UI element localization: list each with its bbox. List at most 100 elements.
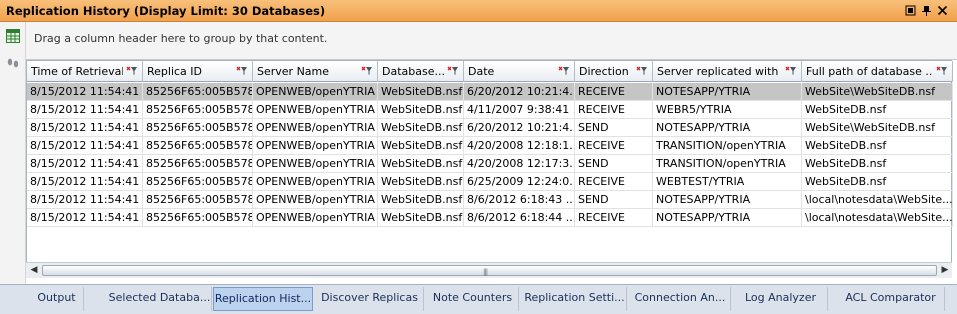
cell-database[interactable]: WebSiteDB.nsf [378, 155, 464, 173]
cell-replica-id[interactable]: 85256F65:005B578F [143, 137, 253, 155]
footprints-icon[interactable] [6, 56, 20, 70]
cell-date[interactable]: 4/11/2007 9:38:41 ... [464, 101, 575, 119]
table-row[interactable]: 8/15/2012 11:54:41 ... 85256F65:005B578F O… [27, 137, 953, 155]
cell-server-name[interactable]: OPENWEB/openYTRIA [253, 155, 378, 173]
table-row[interactable]: 8/15/2012 11:54:41 ... 85256F65:005B578F O… [27, 155, 953, 173]
cell-time-of-retrieval[interactable]: 8/15/2012 11:54:41 ... [27, 173, 143, 191]
cell-date[interactable]: 6/20/2012 10:21:4... [464, 83, 575, 101]
cell-server-name[interactable]: OPENWEB/openYTRIA [253, 119, 378, 137]
cell-time-of-retrieval[interactable]: 8/15/2012 11:54:41 ... [27, 119, 143, 137]
cell-server-replicated-with[interactable]: TRANSITION/openYTRIA [653, 137, 802, 155]
cell-direction[interactable]: RECEIVE [575, 101, 653, 119]
column-filter-icon[interactable] [785, 66, 797, 76]
column-filter-icon[interactable] [936, 66, 948, 76]
group-by-bar[interactable]: Drag a column header here to group by th… [26, 22, 957, 60]
column-header-database[interactable]: Database... [378, 61, 464, 82]
cell-server-name[interactable]: OPENWEB/openYTRIA [253, 137, 378, 155]
cell-database[interactable]: WebSiteDB.nsf [378, 83, 464, 101]
column-filter-icon[interactable] [361, 66, 373, 76]
tab-acl-comparator[interactable]: ACL Comparator [837, 287, 945, 311]
cell-date[interactable]: 6/25/2009 12:24:0... [464, 173, 575, 191]
table-row[interactable]: 8/15/2012 11:54:41 ... 85256F65:005B578F O… [27, 119, 953, 137]
cell-direction[interactable]: SEND [575, 155, 653, 173]
cell-time-of-retrieval[interactable]: 8/15/2012 11:54:41 ... [27, 137, 143, 155]
cell-replica-id[interactable]: 85256F65:005B578F [143, 101, 253, 119]
cell-database[interactable]: WebSiteDB.nsf [378, 101, 464, 119]
tab-output[interactable]: Output [30, 287, 84, 311]
cell-full-path-of-database[interactable]: WebSite\WebSiteDB.nsf [802, 119, 953, 137]
tab-connection-an[interactable]: Connection An... [630, 287, 731, 311]
cell-server-replicated-with[interactable]: WEBR5/YTRIA [653, 101, 802, 119]
tab-note-counters[interactable]: Note Counters [427, 287, 519, 311]
cell-full-path-of-database[interactable]: WebSiteDB.nsf [802, 137, 953, 155]
tab-replication-setti[interactable]: Replication Setti... [523, 287, 627, 311]
table-row[interactable]: 8/15/2012 11:54:41 ... 85256F65:005B578F O… [27, 101, 953, 119]
cell-server-name[interactable]: OPENWEB/openYTRIA [253, 209, 378, 227]
close-icon[interactable] [937, 5, 948, 16]
cell-full-path-of-database[interactable]: \local\notesdata\WebSite... [802, 191, 953, 209]
cell-date[interactable]: 6/20/2012 10:21:4... [464, 119, 575, 137]
cell-direction[interactable]: RECEIVE [575, 83, 653, 101]
scroll-right-icon[interactable]: ▶ [938, 263, 952, 278]
cell-time-of-retrieval[interactable]: 8/15/2012 11:54:41 ... [27, 83, 143, 101]
cell-time-of-retrieval[interactable]: 8/15/2012 11:54:41 ... [27, 101, 143, 119]
cell-server-replicated-with[interactable]: NOTESAPP/YTRIA [653, 83, 802, 101]
cell-replica-id[interactable]: 85256F65:005B578F [143, 191, 253, 209]
column-header-time-of-retrieval[interactable]: Time of Retrieval [27, 61, 143, 82]
cell-server-name[interactable]: OPENWEB/openYTRIA [253, 191, 378, 209]
cell-server-name[interactable]: OPENWEB/openYTRIA [253, 83, 378, 101]
tab-replication-hist[interactable]: Replication Hist... [213, 287, 313, 311]
cell-server-replicated-with[interactable]: NOTESAPP/YTRIA [653, 191, 802, 209]
scrollbar-thumb[interactable]: ||| [42, 265, 937, 276]
cell-replica-id[interactable]: 85256F65:005B578F [143, 209, 253, 227]
cell-replica-id[interactable]: 85256F65:005B578F [143, 83, 253, 101]
cell-date[interactable]: 8/6/2012 6:18:44 ... [464, 209, 575, 227]
cell-date[interactable]: 4/20/2008 12:18:1... [464, 137, 575, 155]
cell-replica-id[interactable]: 85256F65:005B578F [143, 119, 253, 137]
cell-replica-id[interactable]: 85256F65:005B578F [143, 155, 253, 173]
cell-full-path-of-database[interactable]: WebSiteDB.nsf [802, 101, 953, 119]
cell-time-of-retrieval[interactable]: 8/15/2012 11:54:41 ... [27, 209, 143, 227]
cell-database[interactable]: WebSiteDB.nsf [378, 191, 464, 209]
column-header-server-name[interactable]: Server Name [253, 61, 378, 82]
table-row[interactable]: 8/15/2012 11:54:41 ... 85256F65:005B578F O… [27, 173, 953, 191]
column-header-replica-id[interactable]: Replica ID [143, 61, 253, 82]
cell-full-path-of-database[interactable]: WebSiteDB.nsf [802, 173, 953, 191]
pin-icon[interactable] [921, 5, 932, 16]
cell-direction[interactable]: SEND [575, 119, 653, 137]
column-header-date[interactable]: Date [464, 61, 575, 82]
cell-server-replicated-with[interactable]: TRANSITION/openYTRIA [653, 155, 802, 173]
table-row[interactable]: 8/15/2012 11:54:41 ... 85256F65:005B578F O… [27, 209, 953, 227]
cell-replica-id[interactable]: 85256F65:005B578F [143, 173, 253, 191]
column-header-full-path-of-database[interactable]: Full path of database ... [802, 61, 953, 82]
spreadsheet-icon[interactable] [6, 29, 20, 43]
cell-database[interactable]: WebSiteDB.nsf [378, 119, 464, 137]
cell-database[interactable]: WebSiteDB.nsf [378, 209, 464, 227]
cell-full-path-of-database[interactable]: WebSiteDB.nsf [802, 155, 953, 173]
cell-direction[interactable]: RECEIVE [575, 137, 653, 155]
cell-server-replicated-with[interactable]: NOTESAPP/YTRIA [653, 119, 802, 137]
cell-database[interactable]: WebSiteDB.nsf [378, 137, 464, 155]
scroll-left-icon[interactable]: ◀ [27, 263, 41, 278]
column-filter-icon[interactable] [558, 66, 570, 76]
cell-server-replicated-with[interactable]: NOTESAPP/YTRIA [653, 209, 802, 227]
column-header-direction[interactable]: Direction [575, 61, 653, 82]
cell-time-of-retrieval[interactable]: 8/15/2012 11:54:41 ... [27, 191, 143, 209]
column-filter-icon[interactable] [447, 66, 459, 76]
cell-date[interactable]: 8/6/2012 6:18:43 ... [464, 191, 575, 209]
cell-direction[interactable]: RECEIVE [575, 209, 653, 227]
table-row[interactable]: 8/15/2012 11:54:41 ... 85256F65:005B578F O… [27, 191, 953, 209]
cell-direction[interactable]: SEND [575, 191, 653, 209]
table-row[interactable]: 8/15/2012 11:54:41 ... 85256F65:005B578F O… [27, 83, 953, 101]
column-header-server-replicated-with[interactable]: Server replicated with [653, 61, 802, 82]
dock-icon[interactable] [905, 5, 916, 16]
cell-date[interactable]: 4/20/2008 12:17:3... [464, 155, 575, 173]
cell-full-path-of-database[interactable]: \local\notesdata\WebSite... [802, 209, 953, 227]
cell-server-name[interactable]: OPENWEB/openYTRIA [253, 173, 378, 191]
cell-full-path-of-database[interactable]: WebSite\WebSiteDB.nsf [802, 83, 953, 101]
tab-selected-databa[interactable]: Selected Databa... [108, 287, 212, 311]
horizontal-scrollbar[interactable]: ◀ ||| ▶ [26, 262, 952, 278]
cell-server-replicated-with[interactable]: WEBTEST/YTRIA [653, 173, 802, 191]
column-filter-icon[interactable] [636, 66, 648, 76]
column-filter-icon[interactable] [236, 66, 248, 76]
